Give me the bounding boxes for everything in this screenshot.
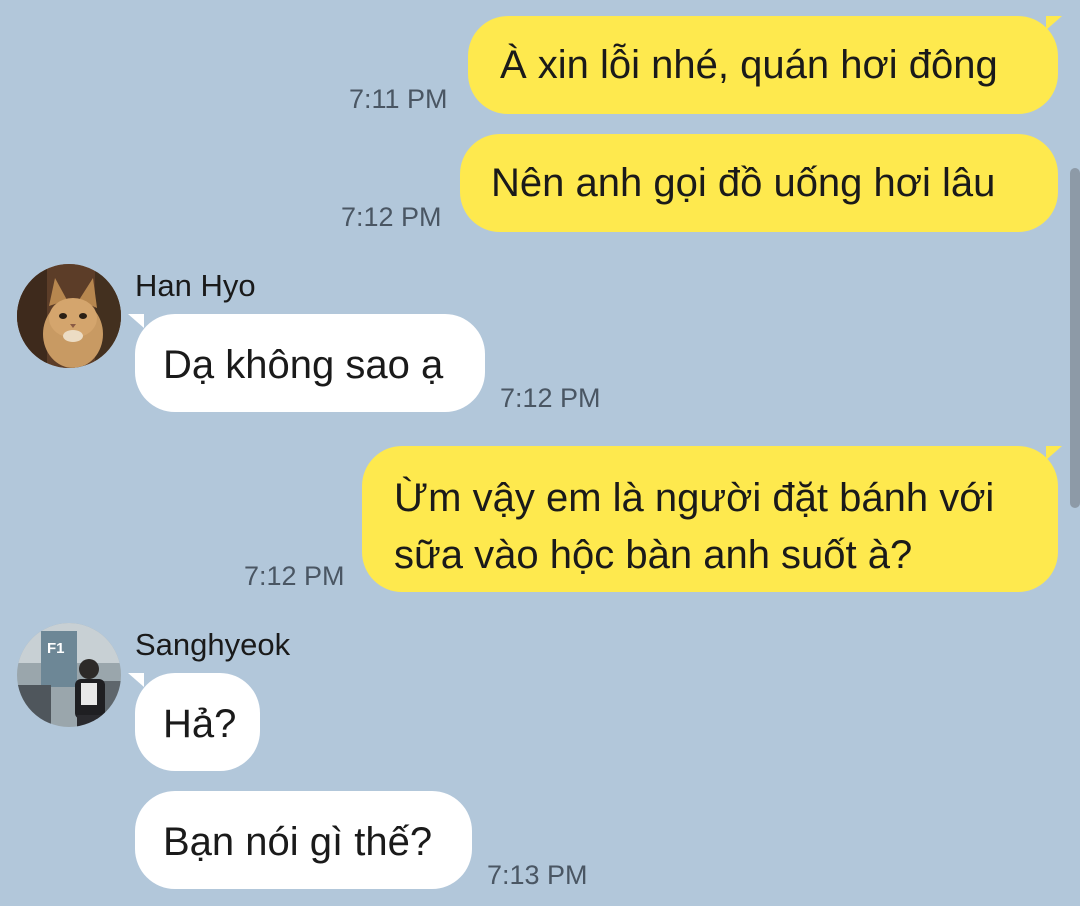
outgoing-message-bubble[interactable]: Ừm vậy em là người đặt bánh với sữa vào … (362, 446, 1058, 592)
bubble-tail (128, 314, 144, 328)
incoming-message-bubble[interactable]: Dạ không sao ạ (135, 314, 485, 412)
message-text: Bạn nói gì thế? (163, 820, 433, 864)
scrollbar[interactable] (1070, 168, 1080, 508)
message-time: 7:12 PM (244, 561, 345, 591)
message-text: Hả? (163, 702, 237, 746)
message-time: 7:12 PM (500, 383, 601, 413)
message-text: Dạ không sao ạ (163, 343, 444, 387)
outgoing-message-bubble[interactable]: À xin lỗi nhé, quán hơi đông (468, 16, 1058, 114)
incoming-message-bubble[interactable]: Bạn nói gì thế? (135, 791, 472, 889)
sender-name: Han Hyo (135, 268, 256, 303)
incoming-message-bubble[interactable]: Hả? (135, 673, 260, 771)
bubble-tail (128, 673, 144, 687)
outgoing-message-bubble[interactable]: Nên anh gọi đồ uống hơi lâu (460, 134, 1058, 232)
han-hyo-avatar[interactable] (17, 264, 121, 368)
message-text-line-1: Ừm vậy em là người đặt bánh với (394, 476, 995, 520)
bubble-tail (1046, 16, 1062, 30)
bubble-tail (1046, 446, 1062, 460)
cat-avatar-icon (17, 264, 121, 368)
message-text: À xin lỗi nhé, quán hơi đông (500, 43, 998, 87)
chat-area[interactable]: 7:11 PM À xin lỗi nhé, quán hơi đông 7:1… (0, 0, 1080, 906)
avatar-sign-text: F1 (47, 640, 65, 657)
message-time: 7:11 PM (349, 84, 448, 114)
message-time: 7:13 PM (487, 860, 588, 890)
message-text-line-2: sữa vào hộc bàn anh suốt à? (394, 533, 913, 577)
person-avatar-icon (17, 623, 121, 727)
message-text: Nên anh gọi đồ uống hơi lâu (491, 161, 996, 205)
message-time: 7:12 PM (341, 202, 442, 232)
sender-name: Sanghyeok (135, 627, 291, 662)
sanghyeok-avatar[interactable]: F1 (17, 623, 121, 727)
